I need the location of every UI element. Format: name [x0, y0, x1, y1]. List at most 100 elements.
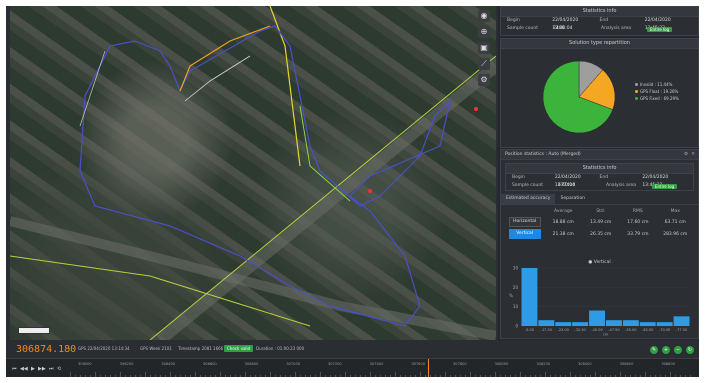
settings-icon[interactable]: ⚙: [478, 74, 490, 86]
timeline-tick-mark: [400, 375, 401, 377]
timeline-tick-mark: [260, 375, 261, 377]
zoom-in-icon[interactable]: +: [662, 346, 670, 354]
chevron-down-icon[interactable]: ▾: [68, 346, 70, 351]
timeline-tick-mark: [425, 375, 426, 377]
timeline-tick-mark: [285, 375, 286, 377]
loop-icon[interactable]: ⟲: [57, 366, 61, 372]
timeline-tick-mark: [550, 375, 551, 377]
timeline-tick-mark: [115, 375, 116, 377]
timeline-tick-mark: [255, 375, 256, 377]
vertical-histogram: ● Vertical 30 20 10 0% -5.00 -17.50 -25.00 -32.5…: [509, 259, 690, 336]
refresh-icon[interactable]: ↻: [686, 346, 694, 354]
timeline-tick-mark: [85, 375, 86, 377]
timeline-tick-mark: [590, 375, 591, 377]
entire-log-button[interactable]: Entire log: [647, 26, 673, 32]
rewind-icon[interactable]: ◀◀: [20, 366, 28, 372]
timeline-tick-mark: [690, 375, 691, 377]
gps-week: GPS Week 2101: [140, 346, 172, 351]
timeline-tick-label: 308600: [619, 362, 634, 366]
timeline-tick-mark: [565, 375, 566, 377]
timeline-tick-mark: [220, 372, 221, 377]
camera-icon[interactable]: ▣: [478, 42, 490, 54]
skip-end-icon[interactable]: ⏭: [49, 366, 54, 372]
timeline-tick-mark: [605, 375, 606, 377]
timeline-tick-mark: [350, 375, 351, 377]
accuracy-table: Average Std. RMS Max Horizontal 18.88 cm…: [505, 207, 694, 240]
solution-pie-chart: [542, 60, 616, 134]
legend-dot: [635, 83, 638, 86]
y-tick-label: 10: [513, 304, 519, 309]
timeline-tick-mark: [80, 375, 81, 377]
map-scale-bar: [18, 327, 50, 334]
measure-icon[interactable]: ⟋: [478, 58, 490, 70]
timeline-tick-mark: [455, 375, 456, 377]
target-icon[interactable]: ⊕: [478, 26, 490, 38]
timeline-tick-mark: [175, 375, 176, 377]
histogram-bar: [622, 320, 639, 326]
timeline-tick-mark: [410, 375, 411, 377]
timeline-tick-mark: [380, 375, 381, 377]
legend-fixed: GPS Fixed : 69.29%: [635, 95, 679, 102]
timeline-tick-mark: [640, 375, 641, 377]
timeline-tick-mark: [680, 375, 681, 377]
timeline-tick-label: 306400: [161, 362, 176, 366]
timeline-tick-mark: [555, 375, 556, 377]
timeline-tick-label: 308800: [661, 362, 676, 366]
timeline-tick-mark: [345, 372, 346, 377]
histogram-bar: [572, 322, 589, 326]
sample-label: Sample count: [507, 26, 538, 31]
timeline-tick-mark: [360, 375, 361, 377]
timeline-tick-mark: [325, 375, 326, 377]
histogram-bar: [656, 322, 673, 326]
timeline-tick-mark: [510, 375, 511, 377]
timeline-tick-mark: [670, 372, 671, 377]
timeline-tick-mark: [265, 375, 266, 377]
tab-separation[interactable]: Separation: [555, 194, 589, 204]
tab-estimated-accuracy[interactable]: Estimated accuracy: [501, 194, 556, 204]
x-tick-label: -47.50: [608, 328, 619, 332]
timeline-tick-mark: [375, 375, 376, 377]
end-value: 22/04/2020 13:45:32: [644, 18, 671, 31]
table-row: Vertical 21.38 cm 26.35 cm 33.79 cm 283.…: [505, 228, 694, 240]
timeline-tick-mark: [330, 375, 331, 377]
close-icon[interactable]: ✕: [691, 150, 695, 159]
forward-icon[interactable]: ▶▶: [38, 366, 46, 372]
timeline-tick-mark: [600, 375, 601, 377]
timeline-tick-mark: [150, 375, 151, 377]
timeline[interactable]: ⏮ ◀◀ ▶ ▶▶ ⏭ ⟲ 306000 306200 306400 306600 30…: [6, 358, 699, 377]
timeline-tick-mark: [290, 375, 291, 377]
timeline-tick-mark: [320, 372, 321, 377]
pos-sample-value: 677410: [558, 183, 576, 188]
zoom-out-icon[interactable]: −: [674, 346, 682, 354]
col-max: Max: [670, 209, 680, 214]
timeline-tick-mark: [245, 372, 246, 377]
pos-end-label: End: [599, 175, 609, 180]
timeline-tick-mark: [100, 375, 101, 377]
edit-icon[interactable]: ✎: [650, 346, 658, 354]
timeline-tick-label: 307800: [453, 362, 467, 366]
timeline-tick-mark: [475, 375, 476, 377]
timeline-tick-mark: [660, 375, 661, 377]
gps-time: GPS 22/04/2020 13:14:34: [78, 346, 130, 351]
timeline-tick-mark: [615, 375, 616, 377]
timeline-tick-mark: [305, 375, 306, 377]
timeline-ruler: 306000 306200 306400 306600 306800 307000 3072…: [70, 359, 695, 377]
vertical-button[interactable]: Vertical: [508, 229, 541, 239]
timeline-tick-label: 308000: [494, 362, 509, 366]
skip-start-icon[interactable]: ⏮: [12, 366, 17, 372]
timeline-tick-mark: [525, 375, 526, 377]
timeline-tick-mark: [210, 375, 211, 377]
play-icon[interactable]: ▶: [31, 366, 35, 372]
histogram-bar: [639, 322, 656, 326]
layers-icon[interactable]: ◉: [478, 10, 490, 22]
timeline-cursor[interactable]: [428, 359, 429, 377]
satellite-map[interactable]: [10, 6, 496, 340]
begin-value: 22/04/2020 13:40:04: [552, 18, 579, 31]
pos-entire-log-button[interactable]: Entire log: [652, 183, 678, 189]
horizontal-button[interactable]: Horizontal: [508, 217, 541, 227]
timeline-tick-mark: [490, 375, 491, 377]
timeline-tick-mark: [385, 375, 386, 377]
timeline-tick-mark: [120, 372, 121, 377]
gear-icon[interactable]: ⚙: [684, 150, 688, 159]
timeline-tick-mark: [230, 375, 231, 377]
